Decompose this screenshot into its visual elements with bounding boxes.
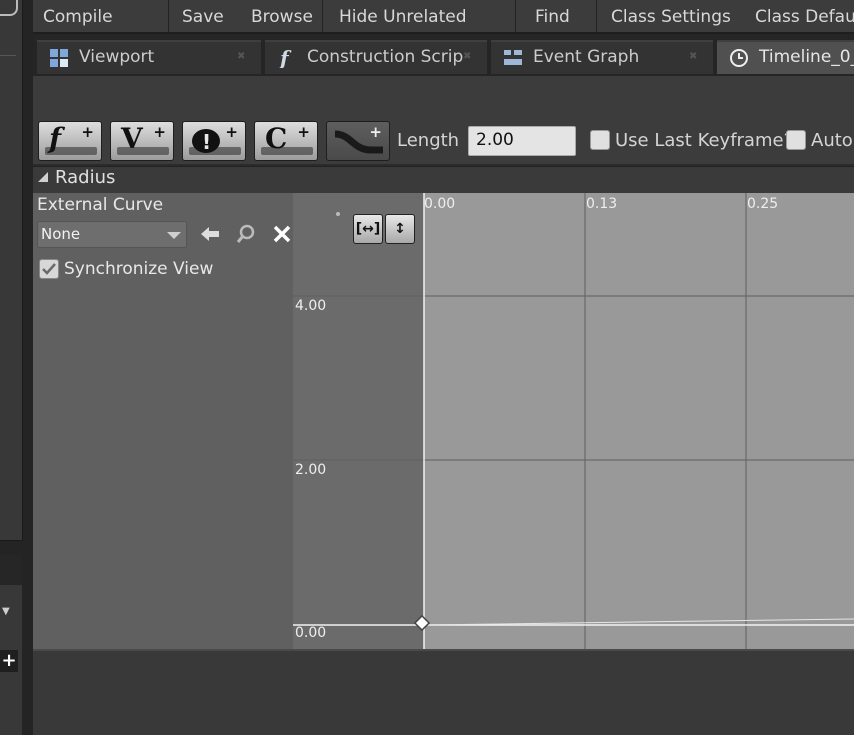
plus-icon: + xyxy=(369,123,382,141)
curve-graph[interactable] xyxy=(293,193,854,649)
svg-text:f: f xyxy=(278,48,292,68)
plus-icon: + xyxy=(81,123,94,141)
plus-icon: + xyxy=(153,123,166,141)
checkmark-icon xyxy=(42,263,56,275)
plus-icon: + xyxy=(297,123,310,141)
external-curve-select[interactable]: None xyxy=(37,221,187,248)
add-external-curve-button[interactable]: + xyxy=(326,121,390,161)
external-curve-label: External Curve xyxy=(37,195,164,215)
refresh-icon[interactable] xyxy=(0,0,18,16)
tab-event-graph[interactable]: Event Graph ✖ xyxy=(491,40,713,74)
browse-button[interactable]: Browse xyxy=(243,0,321,32)
search-icon[interactable] xyxy=(236,224,256,244)
arrow-left-icon[interactable] xyxy=(200,225,220,243)
blueprint-toolbar: Compile Save Browse Hide Unrelated Find … xyxy=(33,0,854,34)
compile-button[interactable]: Compile xyxy=(35,0,121,32)
close-icon[interactable]: ✖ xyxy=(237,51,245,62)
event-track-glyph: ! xyxy=(202,130,211,154)
fit-horizontal-icon: [↔] xyxy=(355,221,381,237)
tab-label: Event Graph xyxy=(533,47,640,67)
left-panel-divider xyxy=(0,555,22,585)
left-panel-upper xyxy=(0,0,23,541)
use-last-keyframe-label: Use Last Keyframe? xyxy=(615,130,794,151)
timeline-empty-area xyxy=(33,651,854,735)
synchronize-view-checkbox[interactable] xyxy=(39,259,59,279)
fit-horizontal-button[interactable]: [↔] xyxy=(353,214,383,244)
toolbar-separator xyxy=(515,0,516,32)
hide-unrelated-button[interactable]: Hide Unrelated xyxy=(331,0,475,32)
length-label: Length xyxy=(397,130,460,151)
time-tick-label: 0.25 xyxy=(747,196,779,212)
tab-label: Timeline_0_ xyxy=(759,47,854,67)
tab-viewport[interactable]: Viewport ✖ xyxy=(37,40,261,74)
external-curve-value: None xyxy=(41,225,81,243)
float-track-icon: f xyxy=(49,122,62,155)
find-button[interactable]: Find xyxy=(527,0,578,32)
event-graph-icon xyxy=(504,50,522,65)
tab-construction-script[interactable]: f Construction Scrip ✖ xyxy=(265,40,487,74)
plus-icon: + xyxy=(225,123,238,141)
left-divider-line xyxy=(0,55,16,56)
time-tick-label: 0.00 xyxy=(424,196,456,212)
tab-label: Viewport xyxy=(79,47,155,67)
close-icon[interactable]: ✖ xyxy=(689,51,697,62)
toolbar-separator xyxy=(322,0,323,32)
vector-track-icon: V xyxy=(121,122,143,155)
chevron-down-icon xyxy=(167,232,181,239)
toolbar-separator xyxy=(168,0,169,32)
close-icon[interactable]: ✖ xyxy=(463,51,471,62)
save-button[interactable]: Save xyxy=(174,0,232,32)
length-input[interactable]: 2.00 xyxy=(468,126,576,156)
add-event-track-button[interactable]: ! + xyxy=(182,121,246,161)
class-defaults-button[interactable]: Class Defau xyxy=(747,0,854,32)
collapse-arrow-icon[interactable] xyxy=(38,172,48,182)
function-icon: f xyxy=(278,48,292,68)
fit-vertical-icon: ↕ xyxy=(394,221,406,237)
class-settings-button[interactable]: Class Settings xyxy=(603,0,739,32)
add-vector-track-button[interactable]: V + xyxy=(110,121,174,161)
autoplay-label: AutoP xyxy=(811,130,854,151)
track-header[interactable] xyxy=(33,166,854,193)
add-icon[interactable]: + xyxy=(0,650,18,672)
add-float-track-button[interactable]: f + xyxy=(38,121,102,161)
timeline-header-band xyxy=(33,76,854,121)
value-tick-label: 2.00 xyxy=(295,462,327,478)
graph-marker-dot xyxy=(336,212,340,216)
event-track-icon: ! xyxy=(192,129,220,154)
synchronize-view-label: Synchronize View xyxy=(64,259,214,279)
add-color-track-button[interactable]: C + xyxy=(254,121,318,161)
chevron-down-icon[interactable]: ▼ xyxy=(2,606,10,617)
value-tick-label: 0.00 xyxy=(295,625,327,641)
fit-vertical-button[interactable]: ↕ xyxy=(385,214,415,244)
clear-icon[interactable] xyxy=(273,225,291,243)
graph-active-area xyxy=(424,193,854,649)
autoplay-checkbox[interactable] xyxy=(786,130,806,150)
tab-timeline[interactable]: Timeline_0_ xyxy=(717,40,854,74)
time-tick-label: 0.13 xyxy=(586,196,618,212)
value-tick-label: 4.00 xyxy=(295,298,327,314)
use-last-keyframe-checkbox[interactable] xyxy=(590,130,610,150)
clock-icon xyxy=(730,49,748,67)
tab-label: Construction Scrip xyxy=(307,47,464,67)
track-name: Radius xyxy=(55,167,116,188)
color-track-icon: C xyxy=(265,122,288,155)
grid-icon xyxy=(50,49,68,67)
toolbar-separator xyxy=(596,0,597,32)
